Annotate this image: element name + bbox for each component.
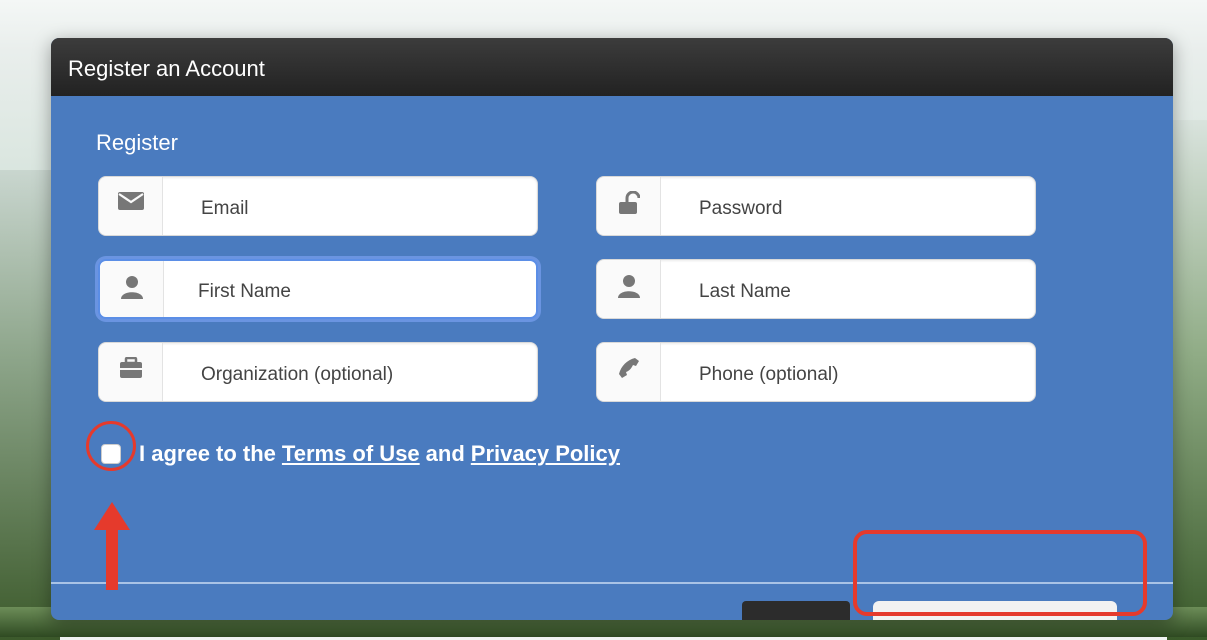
envelope-icon — [99, 177, 163, 235]
background-scenery-right — [1167, 120, 1207, 640]
section-title: Register — [96, 130, 178, 155]
last-name-input[interactable] — [661, 260, 1035, 318]
organization-input[interactable] — [163, 343, 537, 401]
password-input[interactable] — [661, 177, 1035, 235]
privacy-policy-link[interactable]: Privacy Policy — [471, 441, 620, 467]
phone-field-group — [596, 342, 1036, 402]
password-field-group — [596, 176, 1036, 236]
agreement-row: I agree to the Terms of Use and Privacy … — [101, 434, 626, 474]
user-icon — [100, 261, 164, 317]
organization-field-group — [98, 342, 538, 402]
last-name-field-group — [596, 259, 1036, 319]
agree-middle-text: and — [425, 441, 465, 466]
first-name-field-group — [98, 259, 538, 319]
modal-header: Register an Account — [51, 38, 1173, 96]
email-input[interactable] — [163, 177, 537, 235]
phone-input[interactable] — [661, 343, 1035, 401]
annotation-circle — [86, 421, 136, 471]
back-button[interactable]: Back — [742, 601, 850, 620]
annotation-rectangle — [853, 530, 1147, 616]
email-field-group — [98, 176, 538, 236]
agree-prefix-text: I agree to the — [139, 441, 276, 466]
lock-icon — [597, 177, 661, 235]
phone-icon — [597, 343, 661, 401]
terms-of-use-link[interactable]: Terms of Use — [282, 441, 420, 467]
modal-title: Register an Account — [68, 56, 265, 81]
briefcase-icon — [99, 343, 163, 401]
annotation-arrow-icon — [94, 502, 130, 590]
user-icon — [597, 260, 661, 318]
first-name-input[interactable] — [164, 261, 536, 317]
